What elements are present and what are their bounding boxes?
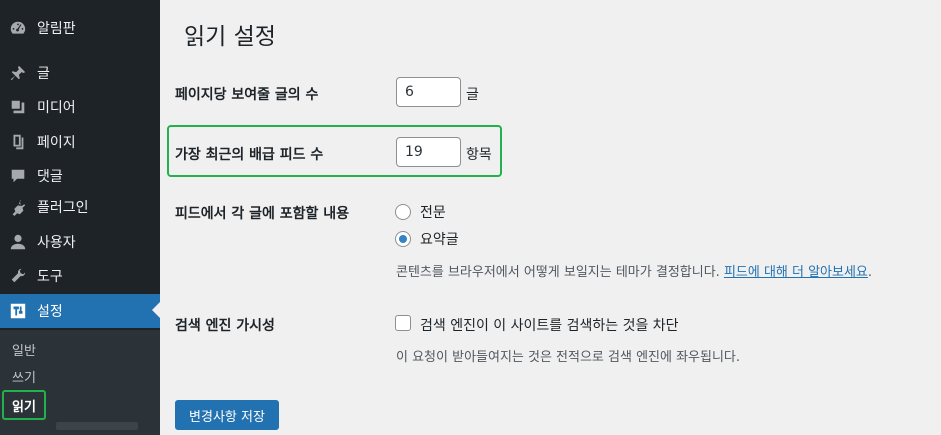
radio-full-text[interactable]	[395, 204, 411, 220]
menu-item-users[interactable]: 사용자	[0, 225, 160, 259]
menu-item-comments[interactable]: 댓글	[0, 159, 160, 193]
feed-items-label: 가장 최근의 배급 피드 수	[175, 147, 324, 163]
radio-full-text-label: 전문	[420, 205, 446, 221]
posts-per-page-input[interactable]	[396, 77, 461, 107]
search-visibility-description: 이 요청이 받아들여지는 것은 전적으로 검색 엔진에 좌우됩니다.	[396, 350, 741, 365]
posts-per-page-unit: 글	[466, 87, 479, 103]
feed-items-unit: 항목	[466, 147, 492, 163]
user-icon	[8, 232, 28, 252]
search-visibility-label: 검색 엔진 가시성	[175, 318, 275, 334]
menu-label: 댓글	[37, 169, 63, 185]
discourage-search-checkbox[interactable]	[395, 315, 411, 331]
save-changes-button[interactable]: 변경사항 저장	[175, 400, 279, 430]
feed-description-text: 콘텐츠를 브라우저에서 어떻게 보일지는 테마가 결정합니다.	[396, 265, 724, 280]
page-icon	[8, 132, 28, 152]
menu-label: 도구	[37, 269, 63, 285]
highlight-box-reading	[2, 390, 46, 420]
submenu-item-general[interactable]: 일반	[12, 340, 36, 359]
feed-items-input[interactable]	[396, 137, 461, 167]
comment-icon	[8, 166, 28, 186]
menu-label: 플러그인	[37, 200, 89, 216]
menu-item-dashboard[interactable]: 알림판	[0, 11, 160, 45]
dashboard-icon	[8, 18, 28, 38]
posts-per-page-label: 페이지당 보여줄 글의 수	[175, 87, 319, 103]
wrench-icon	[8, 266, 28, 286]
feed-learn-more-link[interactable]: 피드에 대해 더 알아보세요	[724, 265, 868, 280]
menu-item-posts[interactable]: 글	[0, 56, 160, 90]
radio-excerpt-label: 요약글	[420, 232, 459, 248]
menu-label: 글	[37, 66, 50, 82]
feed-content-label: 피드에서 각 글에 포함할 내용	[175, 206, 350, 222]
media-icon	[8, 97, 28, 117]
feed-content-description: 콘텐츠를 브라우저에서 어떻게 보일지는 테마가 결정합니다. 피드에 대해 더…	[396, 261, 872, 280]
menu-label: 페이지	[37, 135, 76, 151]
admin-sidebar: 알림판 글 미디어 페이지 댓글 플러그인 사용자 도구 설정 일반 쓰기 읽기	[0, 0, 160, 435]
scrollbar[interactable]	[56, 422, 138, 430]
menu-label: 알림판	[37, 21, 76, 37]
menu-item-pages[interactable]: 페이지	[0, 125, 160, 159]
pin-icon	[8, 63, 28, 83]
menu-item-media[interactable]: 미디어	[0, 90, 160, 124]
page-title: 읽기 설정	[184, 24, 276, 50]
settings-icon	[8, 301, 28, 321]
submenu-item-writing[interactable]: 쓰기	[12, 367, 36, 386]
menu-label: 미디어	[37, 100, 76, 116]
menu-label: 사용자	[37, 235, 76, 251]
plugin-icon	[8, 197, 28, 217]
menu-item-plugins[interactable]: 플러그인	[0, 190, 160, 224]
feed-description-end: .	[867, 265, 873, 280]
menu-label: 설정	[37, 304, 63, 320]
menu-item-settings[interactable]: 설정	[0, 294, 160, 328]
discourage-search-label: 검색 엔진이 이 사이트를 검색하는 것을 차단	[420, 318, 679, 334]
menu-item-tools[interactable]: 도구	[0, 259, 160, 293]
radio-excerpt[interactable]	[395, 231, 411, 247]
